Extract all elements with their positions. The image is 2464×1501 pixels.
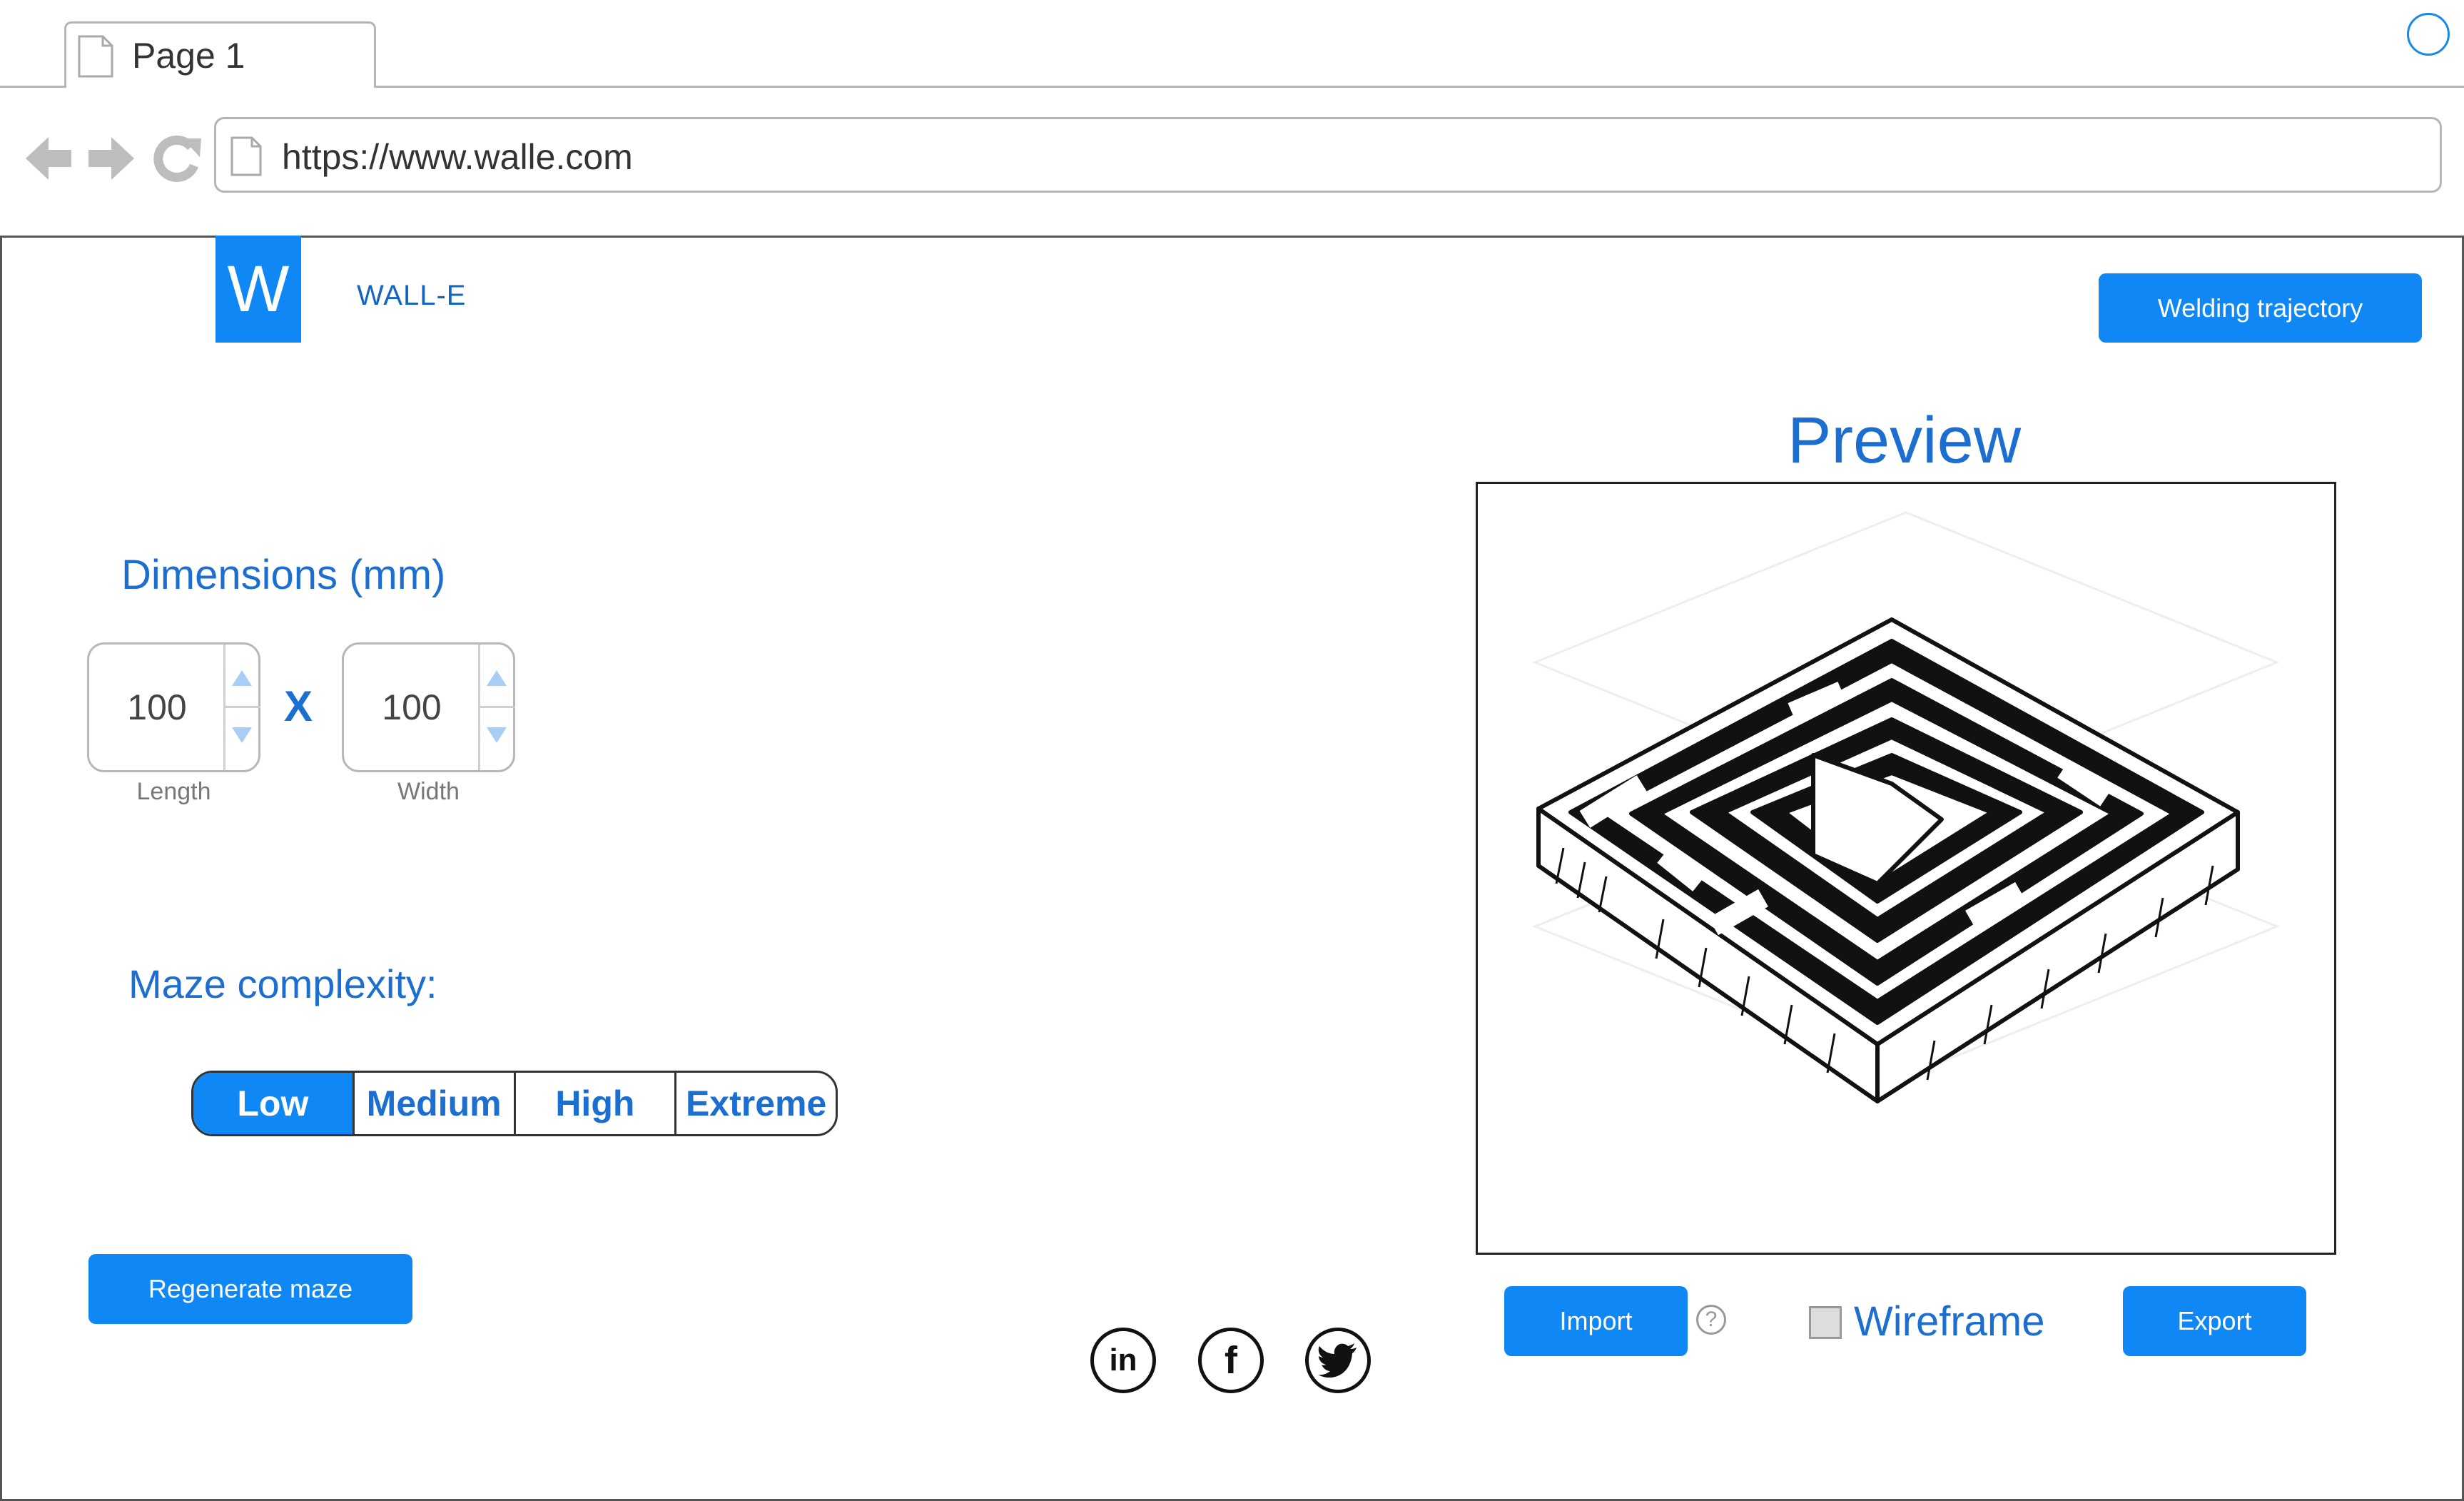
twitter-bird-icon: [1318, 1343, 1357, 1378]
preview-canvas[interactable]: [1476, 482, 2336, 1255]
decrement-arrow-icon[interactable]: [487, 727, 507, 743]
reload-icon[interactable]: [151, 130, 203, 187]
width-value[interactable]: 100: [344, 645, 480, 770]
welding-trajectory-button[interactable]: Welding trajectory: [2099, 273, 2422, 343]
complexity-high[interactable]: High: [513, 1073, 675, 1134]
window-control-icon[interactable]: [2407, 13, 2450, 56]
logo[interactable]: W: [216, 236, 301, 343]
length-value[interactable]: 100: [89, 645, 225, 770]
forward-arrow-icon[interactable]: [86, 130, 137, 187]
length-label: Length: [136, 778, 211, 805]
width-label: Width: [397, 778, 460, 805]
decrement-arrow-icon[interactable]: [232, 727, 252, 743]
url-text[interactable]: https://www.walle.com: [282, 136, 633, 178]
wireframe-checkbox[interactable]: [1809, 1306, 1842, 1339]
help-icon[interactable]: ?: [1696, 1305, 1726, 1335]
increment-arrow-icon[interactable]: [487, 670, 507, 686]
brand-name[interactable]: WALL-E: [357, 280, 466, 312]
wireframe-label[interactable]: Wireframe: [1854, 1298, 2044, 1345]
dimension-separator: X: [284, 682, 313, 730]
maze-3d-preview-image: [1531, 511, 2281, 1103]
regenerate-maze-button[interactable]: Regenerate maze: [88, 1254, 412, 1324]
page-icon: [78, 35, 113, 78]
complexity-low[interactable]: Low: [193, 1073, 353, 1134]
linkedin-icon[interactable]: in: [1090, 1328, 1156, 1393]
twitter-icon[interactable]: [1305, 1328, 1371, 1393]
page-icon: [230, 136, 262, 176]
back-arrow-icon[interactable]: [23, 130, 74, 187]
complexity-extreme[interactable]: Extreme: [674, 1073, 836, 1134]
tab-label: Page 1: [132, 36, 245, 76]
preview-title: Preview: [1788, 404, 2022, 477]
export-button[interactable]: Export: [2123, 1286, 2306, 1356]
dimensions-title: Dimensions (mm): [121, 552, 446, 598]
complexity-medium[interactable]: Medium: [352, 1073, 514, 1134]
length-stepper[interactable]: 100: [87, 642, 260, 772]
facebook-icon[interactable]: f: [1198, 1328, 1264, 1393]
width-stepper[interactable]: 100: [342, 642, 515, 772]
maze-complexity-title: Maze complexity:: [128, 961, 437, 1006]
increment-arrow-icon[interactable]: [232, 670, 252, 686]
import-button[interactable]: Import: [1504, 1286, 1688, 1356]
complexity-selector: Low Medium High Extreme: [191, 1071, 838, 1136]
